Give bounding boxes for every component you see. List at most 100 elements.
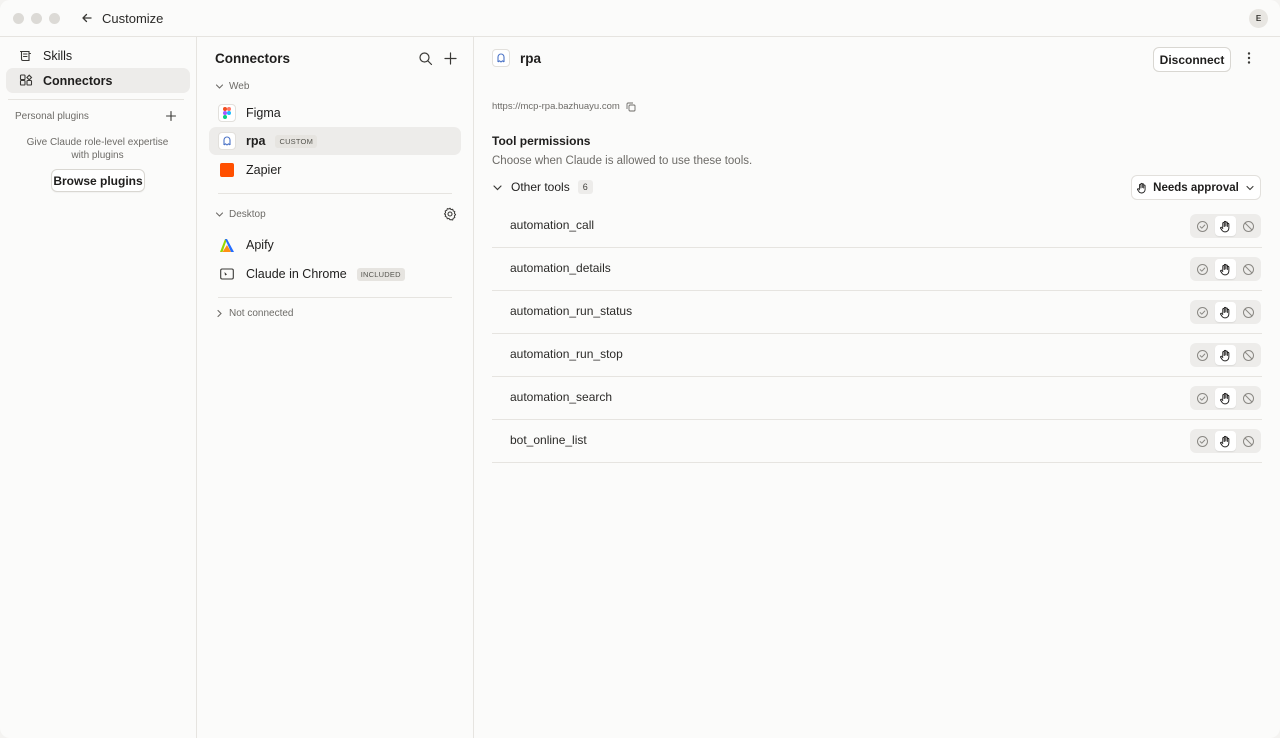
connector-item-apify[interactable]: Apify: [209, 231, 461, 259]
block-option[interactable]: [1238, 302, 1259, 322]
sidebar: Skills Connectors Personal plugins Give …: [0, 37, 197, 738]
plugins-description: Give Claude role-level expertise with pl…: [26, 137, 169, 161]
block-option[interactable]: [1238, 216, 1259, 236]
web-group-toggle[interactable]: Web: [215, 81, 249, 92]
hand-icon: [1220, 435, 1230, 447]
window-title: Customize: [102, 11, 164, 26]
permission-toggle-group: [1190, 343, 1261, 367]
dropdown-label: Needs approval: [1153, 181, 1239, 194]
other-tools-toggle[interactable]: Other tools 6: [492, 180, 593, 194]
connector-name: Figma: [246, 106, 281, 120]
browse-plugins-button[interactable]: Browse plugins: [51, 169, 145, 192]
included-badge: INCLUDED: [356, 267, 405, 281]
tool-row: automation_run_stop: [492, 334, 1262, 377]
hand-icon: [1220, 220, 1230, 232]
tool-row: automation_search: [492, 377, 1262, 420]
tool-name: bot_online_list: [510, 433, 587, 447]
needs-approval-option[interactable]: [1215, 216, 1236, 236]
always-allow-option[interactable]: [1192, 259, 1213, 279]
figma-logo-icon: [218, 104, 236, 122]
custom-badge: CUSTOM: [275, 134, 318, 148]
search-icon[interactable]: [418, 51, 433, 66]
connector-item-claude-in-chrome[interactable]: Claude in Chrome INCLUDED: [209, 260, 461, 288]
tool-permissions-title: Tool permissions: [492, 134, 591, 148]
add-connector-icon[interactable]: [443, 51, 458, 66]
block-option[interactable]: [1238, 259, 1259, 279]
permission-toggle-group: [1190, 429, 1261, 453]
group-label: Desktop: [229, 209, 266, 220]
hand-icon: [1220, 392, 1230, 404]
connector-item-figma[interactable]: Figma: [209, 99, 461, 127]
block-icon: [1243, 349, 1254, 361]
hand-icon: [1220, 349, 1230, 361]
chevron-down-icon: [215, 212, 224, 217]
rpa-logo-icon: [218, 132, 236, 150]
more-options-icon[interactable]: [1241, 50, 1257, 66]
always-allow-option[interactable]: [1192, 302, 1213, 322]
permission-toggle-group: [1190, 257, 1261, 281]
connector-url-row: https://mcp-rpa.bazhuayu.com: [492, 101, 636, 112]
block-option[interactable]: [1238, 388, 1259, 408]
tools-group-label: Other tools: [511, 180, 570, 194]
copy-icon[interactable]: [626, 102, 636, 112]
hand-icon: [1137, 182, 1146, 193]
sidebar-item-connectors[interactable]: Connectors: [6, 68, 190, 93]
check-circle-icon: [1197, 263, 1208, 275]
needs-approval-option[interactable]: [1215, 259, 1236, 279]
close-window-button[interactable]: [13, 13, 24, 24]
permission-toggle-group: [1190, 214, 1261, 238]
always-allow-option[interactable]: [1192, 431, 1213, 451]
connector-item-zapier[interactable]: Zapier: [209, 156, 461, 184]
desktop-group-toggle[interactable]: Desktop: [215, 209, 266, 220]
chrome-extension-logo-icon: [218, 265, 236, 283]
title-bar: Customize E: [0, 0, 1280, 37]
personal-plugins-label: Personal plugins: [15, 111, 89, 122]
chevron-right-icon: [217, 309, 222, 318]
block-icon: [1243, 306, 1254, 318]
disconnect-button[interactable]: Disconnect: [1153, 47, 1231, 72]
needs-approval-dropdown[interactable]: Needs approval: [1131, 175, 1261, 200]
block-option[interactable]: [1238, 345, 1259, 365]
connector-name: Zapier: [246, 163, 282, 177]
connector-name: Apify: [246, 238, 274, 252]
not-connected-toggle[interactable]: Not connected: [215, 308, 294, 319]
connectors-divider: [218, 193, 452, 194]
always-allow-option[interactable]: [1192, 216, 1213, 236]
group-label: Not connected: [229, 308, 294, 319]
tool-name: automation_run_status: [510, 304, 633, 318]
sidebar-item-skills[interactable]: Skills: [6, 43, 190, 68]
maximize-window-button[interactable]: [49, 13, 60, 24]
gear-icon[interactable]: [443, 207, 457, 221]
block-option[interactable]: [1238, 431, 1259, 451]
sidebar-item-label: Skills: [43, 48, 73, 63]
connector-detail: rpa Disconnect https://mcp-rpa.bazhuayu.…: [474, 37, 1280, 738]
connectors-panel: Connectors Web Figma rpa CUSTOM Zapier D…: [197, 37, 474, 738]
block-icon: [1243, 220, 1254, 232]
tool-row: bot_online_list: [492, 420, 1262, 463]
user-avatar[interactable]: E: [1249, 9, 1268, 28]
permission-toggle-group: [1190, 386, 1261, 410]
rpa-logo-icon: [492, 49, 510, 67]
connector-item-rpa[interactable]: rpa CUSTOM: [209, 127, 461, 155]
back-arrow-icon[interactable]: [79, 10, 95, 26]
connector-title: rpa: [520, 51, 542, 66]
needs-approval-option[interactable]: [1215, 302, 1236, 322]
needs-approval-option[interactable]: [1215, 431, 1236, 451]
connector-name: rpa: [246, 134, 266, 148]
add-plugin-icon[interactable]: [165, 110, 177, 122]
sidebar-item-label: Connectors: [43, 73, 113, 88]
connector-name: Claude in Chrome: [246, 267, 347, 281]
block-icon: [1243, 435, 1254, 447]
always-allow-option[interactable]: [1192, 388, 1213, 408]
hand-icon: [1220, 306, 1230, 318]
permission-toggle-group: [1190, 300, 1261, 324]
needs-approval-option[interactable]: [1215, 388, 1236, 408]
needs-approval-option[interactable]: [1215, 345, 1236, 365]
minimize-window-button[interactable]: [31, 13, 42, 24]
group-label: Web: [229, 81, 250, 92]
check-circle-icon: [1197, 220, 1208, 232]
always-allow-option[interactable]: [1192, 345, 1213, 365]
sidebar-divider: [8, 99, 184, 100]
tool-row: automation_details: [492, 248, 1262, 291]
block-icon: [1243, 392, 1254, 404]
